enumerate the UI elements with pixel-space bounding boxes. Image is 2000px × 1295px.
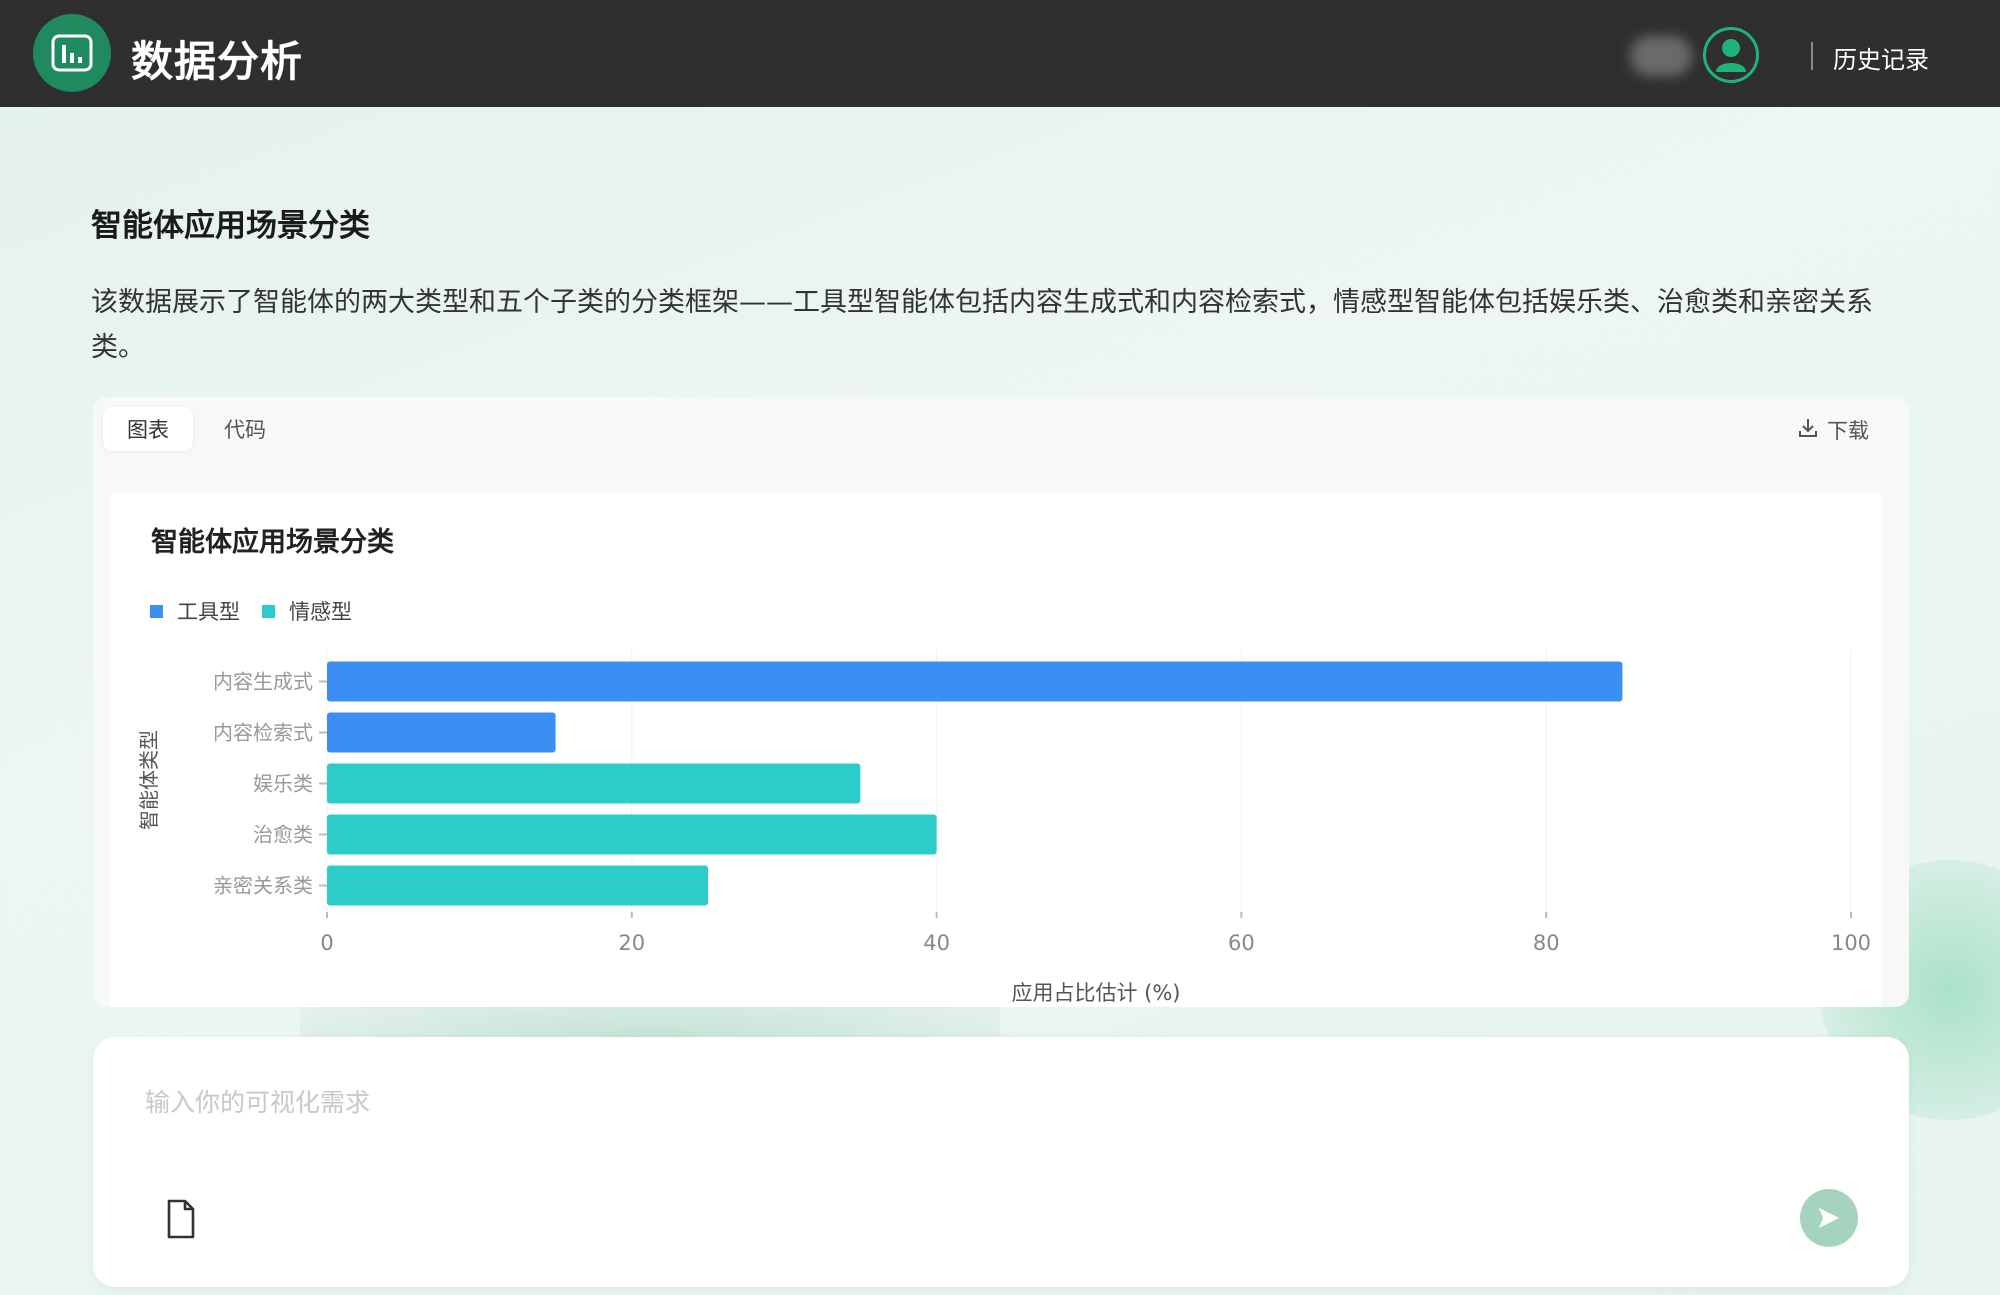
y-tick-label: 娱乐类 <box>253 772 313 796</box>
x-axis-label: 应用占比估计 (%) <box>1011 981 1180 1005</box>
bar <box>327 865 708 906</box>
send-icon[interactable] <box>1800 1189 1858 1247</box>
visualization-request-input[interactable] <box>145 1077 1845 1127</box>
x-tick-label: 0 <box>320 931 333 955</box>
x-tick-label: 20 <box>618 931 645 955</box>
x-tick-label: 60 <box>1228 931 1255 955</box>
y-axis-label: 智能体类型 <box>137 730 161 830</box>
x-tick-label: 100 <box>1831 931 1871 955</box>
y-tick-label: 内容生成式 <box>213 670 313 694</box>
file-icon[interactable] <box>161 1197 201 1241</box>
bar <box>327 814 937 855</box>
input-card <box>93 1037 1909 1287</box>
x-tick-label: 80 <box>1533 931 1560 955</box>
y-tick-label: 治愈类 <box>253 823 313 847</box>
y-tick-label: 内容检索式 <box>213 721 313 745</box>
bar <box>327 712 556 753</box>
bar <box>327 763 861 804</box>
x-tick-label: 40 <box>923 931 950 955</box>
bar <box>327 661 1623 702</box>
bar-chart: 0 20 40 60 80 100 内容生成式内容检索式娱乐类治愈类亲密关系类应用占比估计 … <box>137 650 1871 1005</box>
y-tick-label: 亲密关系类 <box>213 874 313 898</box>
